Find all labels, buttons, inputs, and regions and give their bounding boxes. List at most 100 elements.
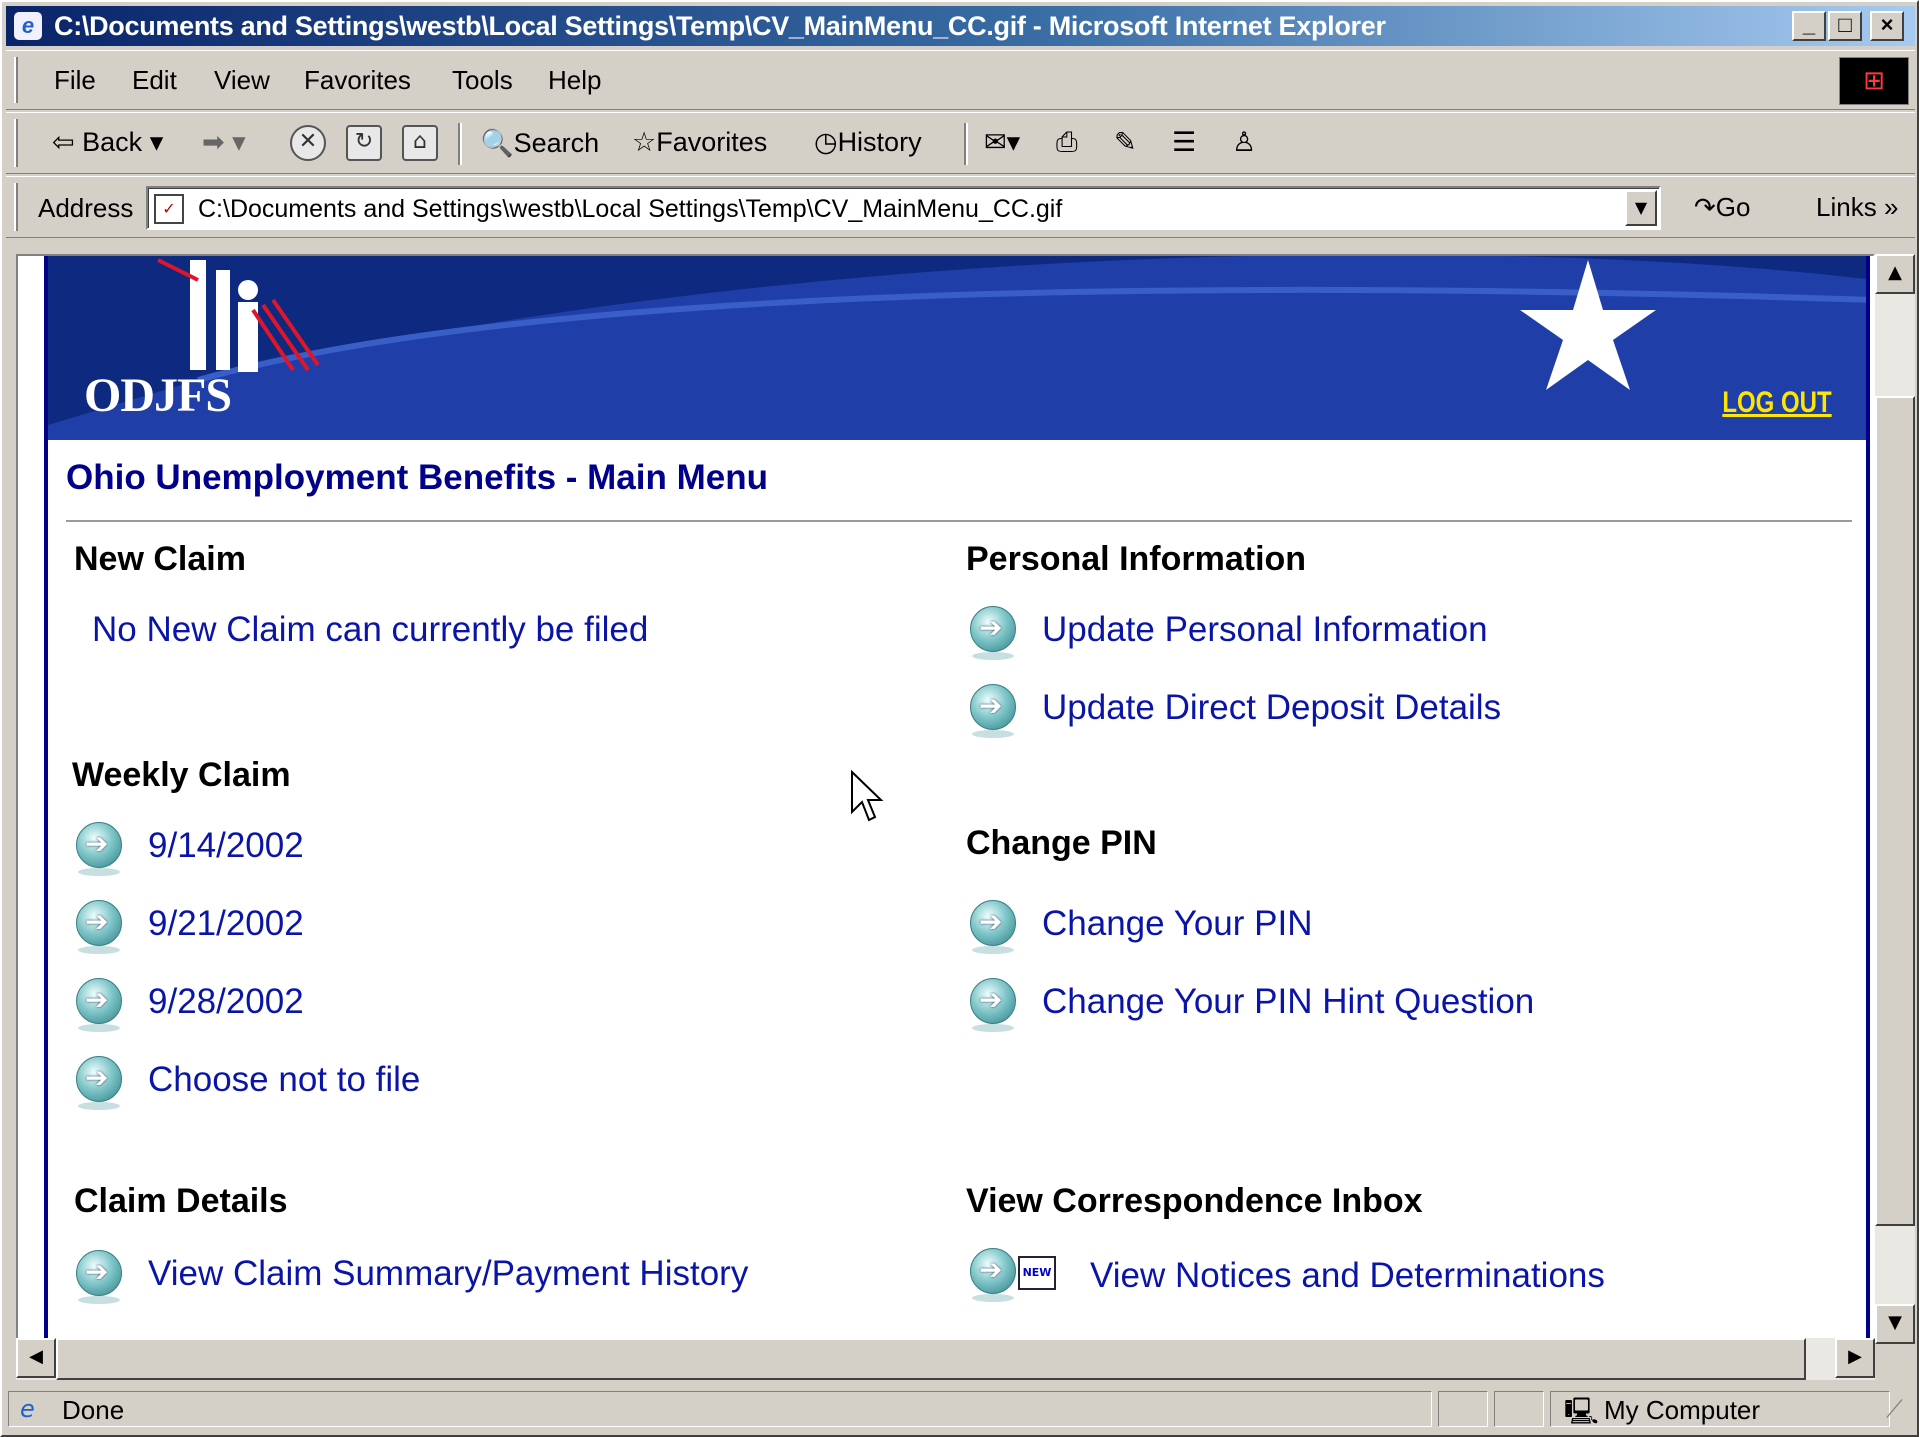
status-panel — [1438, 1391, 1488, 1427]
close-button[interactable]: × — [1870, 11, 1904, 41]
odjfs-banner: ODJFS LOG OUT — [48, 256, 1866, 440]
back-label: Back — [82, 127, 143, 157]
update-direct-deposit-link[interactable]: Update Direct Deposit Details — [1042, 688, 1501, 728]
menu-tools[interactable]: Tools — [452, 65, 513, 96]
horizontal-scrollbar[interactable]: ◀ ▶ — [16, 1338, 1875, 1380]
menu-file[interactable]: File — [54, 65, 96, 96]
status-bar: e Done 🖳 My Computer ⟋ — [6, 1387, 1915, 1431]
arrow-icon[interactable] — [966, 898, 1020, 956]
main-menu-page: ODJFS LOG OUT Ohio Unemployment Benefits… — [44, 256, 1870, 1342]
menu-help[interactable]: Help — [548, 65, 601, 96]
maximize-button[interactable]: □ — [1828, 11, 1862, 41]
claim-summary-link[interactable]: View Claim Summary/Payment History — [148, 1254, 748, 1294]
toolbar-separator — [458, 123, 462, 165]
vertical-scrollbar[interactable]: ▲ ▼ — [1875, 254, 1915, 1344]
title-divider — [66, 520, 1852, 522]
vertical-scroll-thumb[interactable] — [1875, 396, 1915, 1226]
address-bar: Address ✓ C:\Documents and Settings\west… — [6, 176, 1915, 238]
chevron-right-icon: » — [1883, 192, 1899, 222]
home-icon[interactable]: ⌂ — [402, 125, 438, 161]
weekly-claim-link-2[interactable]: 9/21/2002 — [148, 904, 304, 944]
arrow-icon[interactable] — [966, 604, 1020, 662]
menu-view[interactable]: View — [214, 65, 270, 96]
arrow-icon[interactable] — [966, 682, 1020, 740]
page-viewport: ODJFS LOG OUT Ohio Unemployment Benefits… — [16, 254, 1875, 1344]
new-claim-heading: New Claim — [74, 540, 246, 578]
minimize-button[interactable]: _ — [1792, 11, 1826, 41]
menu-edit[interactable]: Edit — [132, 65, 177, 96]
messenger-icon[interactable]: ♙ — [1232, 127, 1256, 158]
arrow-icon[interactable] — [966, 1246, 1020, 1304]
arrow-icon[interactable] — [72, 1054, 126, 1112]
browser-window: e C:\Documents and Settings\westb\Local … — [0, 0, 1919, 1437]
scroll-left-icon[interactable]: ◀ — [16, 1338, 56, 1378]
title-bar[interactable]: e C:\Documents and Settings\westb\Local … — [6, 6, 1915, 46]
change-pin-heading: Change PIN — [966, 824, 1157, 862]
discuss-icon[interactable]: ☰ — [1172, 127, 1196, 158]
arrow-icon[interactable] — [72, 820, 126, 878]
weekly-claim-link-3[interactable]: 9/28/2002 — [148, 982, 304, 1022]
view-notices-link[interactable]: View Notices and Determinations — [1090, 1256, 1605, 1296]
security-zone: My Computer — [1604, 1395, 1761, 1425]
claim-details-heading: Claim Details — [74, 1182, 288, 1220]
scroll-up-icon[interactable]: ▲ — [1875, 254, 1915, 294]
links-label: Links — [1816, 192, 1877, 222]
print-icon[interactable]: ⎙ — [1056, 127, 1078, 159]
history-label: History — [837, 127, 922, 157]
arrow-icon[interactable] — [72, 898, 126, 956]
mail-button[interactable]: ✉▾ — [984, 127, 1020, 158]
change-pin-link[interactable]: Change Your PIN — [1042, 904, 1312, 944]
weekly-claim-link-1[interactable]: 9/14/2002 — [148, 826, 304, 866]
back-button[interactable]: ⇦ Back ▾ — [52, 127, 163, 158]
arrow-icon[interactable] — [72, 1248, 126, 1306]
search-label: Search — [513, 128, 600, 158]
back-arrow-icon: ⇦ — [52, 127, 75, 157]
menu-grip[interactable] — [14, 57, 18, 103]
arrow-icon[interactable] — [966, 976, 1020, 1034]
refresh-icon[interactable]: ↻ — [346, 125, 382, 161]
page-icon: ✓ — [154, 194, 184, 224]
address-grip[interactable] — [14, 183, 18, 231]
new-mail-envelope-icon: NEW — [1018, 1256, 1056, 1290]
address-input[interactable]: ✓ C:\Documents and Settings\westb\Local … — [146, 186, 1661, 230]
forward-button[interactable]: ➡ ▾ — [202, 127, 246, 158]
links-button[interactable]: Links » — [1816, 192, 1898, 223]
window-title: C:\Documents and Settings\westb\Local Se… — [54, 11, 1386, 41]
menu-bar: File Edit View Favorites Tools Help ⊞ — [6, 50, 1915, 110]
change-pin-hint-link[interactable]: Change Your PIN Hint Question — [1042, 982, 1534, 1022]
odjfs-logo: ODJFS — [84, 369, 232, 422]
banner-graphic — [48, 256, 1866, 425]
history-icon: ◷ — [814, 127, 838, 157]
status-panel — [1494, 1391, 1544, 1427]
ie-icon: e — [14, 12, 42, 40]
page-title: Ohio Unemployment Benefits - Main Menu — [66, 458, 768, 497]
toolbar-separator — [964, 123, 968, 165]
choose-not-to-file-link[interactable]: Choose not to file — [148, 1060, 420, 1100]
resize-grip-icon[interactable]: ⟋ — [1886, 1395, 1903, 1423]
mouse-pointer-icon — [851, 770, 884, 822]
menu-favorites[interactable]: Favorites — [304, 65, 411, 96]
scroll-right-icon[interactable]: ▶ — [1835, 1338, 1875, 1378]
update-personal-info-link[interactable]: Update Personal Information — [1042, 610, 1488, 650]
status-panel-main — [8, 1391, 1432, 1427]
weekly-claim-heading: Weekly Claim — [72, 756, 291, 794]
windows-logo-icon: ⊞ — [1839, 57, 1909, 105]
go-label: Go — [1715, 192, 1751, 222]
back-dropdown-icon[interactable]: ▾ — [150, 127, 164, 157]
history-button[interactable]: ◷History — [814, 127, 922, 158]
search-button[interactable]: 🔍Search — [480, 127, 599, 159]
address-label: Address — [38, 193, 134, 223]
edit-icon[interactable]: ✎ — [1114, 127, 1137, 158]
my-computer-icon: 🖳 — [1564, 1397, 1599, 1427]
stop-icon[interactable]: ✕ — [290, 125, 326, 161]
horizontal-scroll-thumb[interactable] — [56, 1338, 1806, 1380]
correspondence-heading: View Correspondence Inbox — [966, 1182, 1423, 1220]
go-button[interactable]: ↷Go — [1694, 192, 1750, 223]
address-dropdown-icon[interactable]: ▼ — [1625, 190, 1657, 226]
toolbar-grip[interactable] — [14, 119, 18, 167]
scroll-down-icon[interactable]: ▼ — [1875, 1304, 1915, 1344]
logout-link[interactable]: LOG OUT — [1723, 386, 1832, 420]
address-url[interactable]: C:\Documents and Settings\westb\Local Se… — [198, 195, 1062, 224]
favorites-button[interactable]: ☆Favorites — [632, 127, 767, 158]
arrow-icon[interactable] — [72, 976, 126, 1034]
